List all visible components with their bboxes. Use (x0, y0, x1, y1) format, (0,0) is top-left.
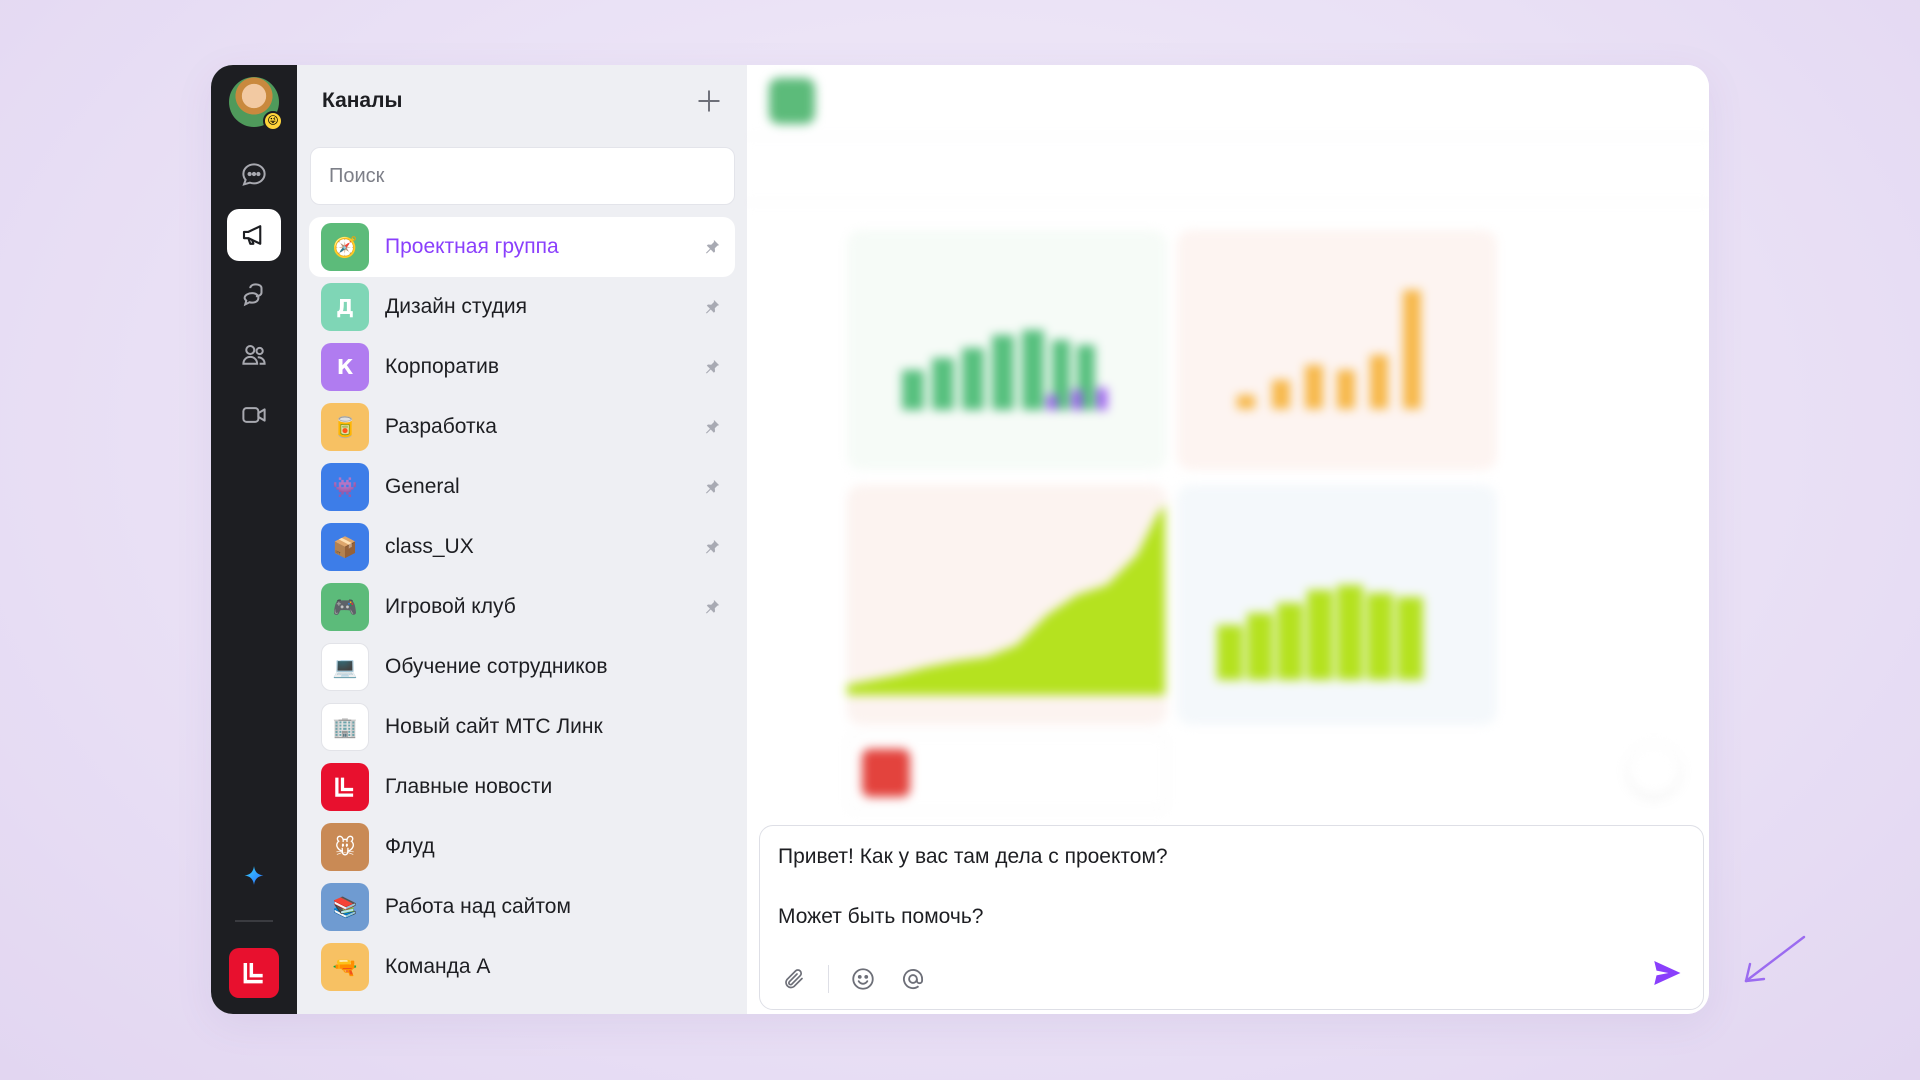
mts-link-logo-icon[interactable] (229, 948, 279, 998)
threads-nav-button[interactable] (227, 269, 281, 321)
chart-tile (847, 230, 1167, 470)
pin-icon[interactable] (701, 236, 723, 258)
channel-name: Новый сайт МТС Линк (385, 715, 603, 738)
threads-icon (243, 283, 263, 307)
chats-nav-button[interactable] (227, 149, 281, 201)
people-icon (242, 345, 266, 365)
mts-link-logo-icon (321, 763, 369, 811)
chat-area: Привет! Как у вас там дела с проектом? М… (747, 65, 1709, 1014)
mouse-character-icon: 🐭 (321, 823, 369, 871)
channel-name: class_UX (385, 535, 474, 558)
channel-name: Игровой клуб (385, 595, 516, 618)
chart-tile (847, 485, 1167, 725)
channel-item[interactable]: 🔫 Команда А (309, 937, 735, 997)
channel-item[interactable]: 🥫 Разработка (309, 397, 735, 457)
channel-name: Флуд (385, 835, 435, 858)
letter-k-icon: К (321, 343, 369, 391)
plus-icon (698, 90, 720, 112)
building-icon: 🏢 (321, 703, 369, 751)
gamepad-icon: 🎮 (321, 583, 369, 631)
channel-list: 🧭 Проектная группа Д Дизайн студия К Корпорат… (297, 217, 747, 997)
channels-nav-button[interactable] (227, 209, 281, 261)
composer-toolbar (778, 963, 947, 995)
paperclip-icon (785, 969, 803, 989)
water-gun-icon: 🔫 (321, 943, 369, 991)
pin-icon[interactable] (701, 536, 723, 558)
rail-divider (235, 920, 273, 922)
pin-icon[interactable] (701, 476, 723, 498)
pin-icon[interactable] (701, 296, 723, 318)
status-emoji-icon: 😜 (263, 111, 283, 131)
video-camera-icon (242, 407, 266, 423)
books-icon: 📚 (321, 883, 369, 931)
message-line: Привет! Как у вас там дела с проектом? (778, 845, 1168, 868)
ai-assistant-button[interactable] (227, 852, 281, 904)
pin-icon[interactable] (701, 416, 723, 438)
scroll-down-button (1629, 745, 1679, 795)
letter-d-icon: Д (321, 283, 369, 331)
search-input[interactable] (329, 164, 716, 188)
jar-icon: 🥫 (321, 403, 369, 451)
channel-name: Проектная группа (385, 235, 559, 258)
send-button[interactable] (1647, 953, 1687, 993)
app-window: 😜 Каналы Поиск 🧭 Проектная группа Д Диза… (211, 65, 1709, 1014)
add-channel-button[interactable] (693, 85, 725, 117)
channel-name: Главные новости (385, 775, 553, 798)
chart-tile (1177, 230, 1497, 470)
channels-title: Каналы (322, 89, 403, 112)
channel-item[interactable]: 🧭 Проектная группа (309, 217, 735, 277)
emoji-button[interactable] (847, 963, 879, 995)
message-input[interactable]: Привет! Как у вас там дела с проектом? М… (760, 826, 1703, 932)
box-icon: 📦 (321, 523, 369, 571)
mention-button[interactable] (897, 963, 929, 995)
smiley-icon (852, 968, 874, 990)
chat-header (747, 65, 1709, 137)
channel-item[interactable]: К Корпоратив (309, 337, 735, 397)
channel-item[interactable]: 💻 Обучение сотрудников (309, 637, 735, 697)
channel-item[interactable]: 📦 class_UX (309, 517, 735, 577)
channel-name: Разработка (385, 415, 497, 438)
channels-header: Каналы (297, 65, 747, 137)
channel-name: Корпоратив (385, 355, 500, 378)
pin-icon[interactable] (701, 356, 723, 378)
rail-bottom (227, 852, 281, 998)
channel-name: Работа над сайтом (385, 895, 571, 918)
channel-item[interactable]: 🎮 Игровой клуб (309, 577, 735, 637)
channel-item[interactable]: Д Дизайн студия (309, 277, 735, 337)
at-sign-icon (903, 969, 924, 989)
compass-icon: 🧭 (321, 223, 369, 271)
toolbar-divider (828, 965, 829, 993)
channel-name: General (385, 475, 460, 498)
channel-item[interactable]: 🏢 Новый сайт МТС Линк (309, 697, 735, 757)
megaphone-icon (242, 225, 262, 245)
monster-icon: 👾 (321, 463, 369, 511)
channel-name: Дизайн студия (385, 295, 527, 318)
chat-bubble-icon (242, 163, 266, 186)
chart-tile (1177, 485, 1497, 725)
sparkle-icon (244, 866, 264, 885)
file-attachment (847, 735, 1167, 811)
send-arrow-icon (1654, 960, 1681, 986)
laptop-mail-icon: 💻 (321, 643, 369, 691)
pinned-bar (747, 137, 1709, 203)
channel-item[interactable]: 📚 Работа над сайтом (309, 877, 735, 937)
contacts-nav-button[interactable] (227, 329, 281, 381)
channel-name: Команда А (385, 955, 491, 978)
channel-name: Обучение сотрудников (385, 655, 608, 678)
channel-item[interactable]: 🐭 Флуд (309, 817, 735, 877)
message-composer[interactable]: Привет! Как у вас там дела с проектом? М… (759, 825, 1704, 1010)
pointer-arrow-icon (1744, 935, 1806, 983)
search-box[interactable] (310, 147, 735, 205)
channel-item[interactable]: Главные новости (309, 757, 735, 817)
message-line: Может быть помочь? (778, 905, 984, 928)
pin-icon[interactable] (701, 596, 723, 618)
user-avatar[interactable]: 😜 (229, 77, 283, 131)
video-nav-button[interactable] (227, 389, 281, 441)
channel-item[interactable]: 👾 General (309, 457, 735, 517)
channels-panel: Каналы 🧭Проектная группаДДизайн студияКК… (297, 65, 747, 1014)
attach-button[interactable] (778, 963, 810, 995)
nav-rail: 😜 (211, 65, 297, 1014)
